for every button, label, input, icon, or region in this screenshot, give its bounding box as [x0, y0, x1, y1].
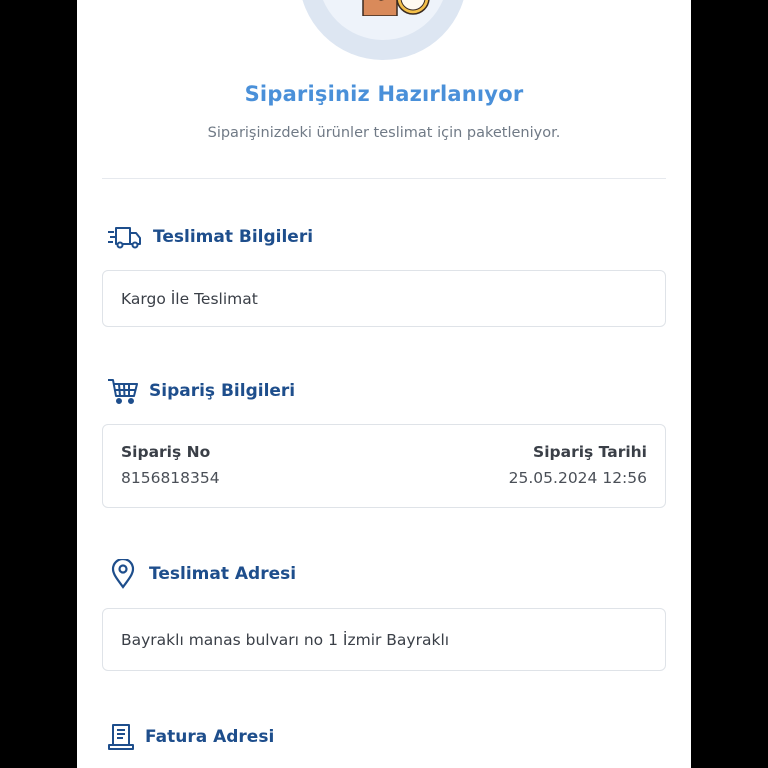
order-number-label: Sipariş No [121, 443, 211, 461]
delivery-address-value: Bayraklı manas bulvarı no 1 İzmir Bayrak… [121, 630, 450, 649]
order-date-block: Sipariş Tarihi 25.05.2024 12:56 [509, 443, 647, 487]
location-pin-icon [111, 559, 135, 589]
delivery-method-card: Kargo İle Teslimat [102, 270, 666, 327]
delivery-info-header: Teslimat Bilgileri [107, 222, 313, 252]
divider [102, 178, 666, 179]
order-date-label: Sipariş Tarihi [533, 443, 647, 461]
cart-icon [108, 379, 138, 404]
truck-icon [108, 227, 141, 249]
delivery-address-card: Bayraklı manas bulvarı no 1 İzmir Bayrak… [102, 608, 666, 671]
order-status-screen: Siparişiniz Hazırlanıyor Siparişinizdeki… [77, 0, 691, 768]
package-icon [362, 0, 398, 16]
order-number-block: Sipariş No 8156818354 [121, 443, 220, 487]
status-title: Siparişiniz Hazırlanıyor [244, 82, 524, 106]
delivery-address-title: Teslimat Adresi [149, 564, 297, 584]
order-info-card: Sipariş No 8156818354 Sipariş Tarihi 25.… [102, 424, 666, 508]
clock-icon [396, 0, 430, 15]
receipt-icon [108, 724, 134, 750]
delivery-method-value: Kargo İle Teslimat [121, 289, 258, 308]
status-subtitle: Siparişinizdeki ürünler teslimat için pa… [207, 125, 561, 141]
order-date-value: 25.05.2024 12:56 [508, 469, 647, 487]
billing-address-header: Fatura Adresi [107, 722, 274, 752]
delivery-info-title: Teslimat Bilgileri [153, 227, 314, 247]
order-info-header: Sipariş Bilgileri [107, 376, 295, 406]
order-info-title: Sipariş Bilgileri [149, 381, 296, 401]
billing-address-title: Fatura Adresi [145, 727, 275, 747]
delivery-address-header: Teslimat Adresi [107, 559, 296, 589]
order-number-value: 8156818354 [121, 469, 220, 487]
